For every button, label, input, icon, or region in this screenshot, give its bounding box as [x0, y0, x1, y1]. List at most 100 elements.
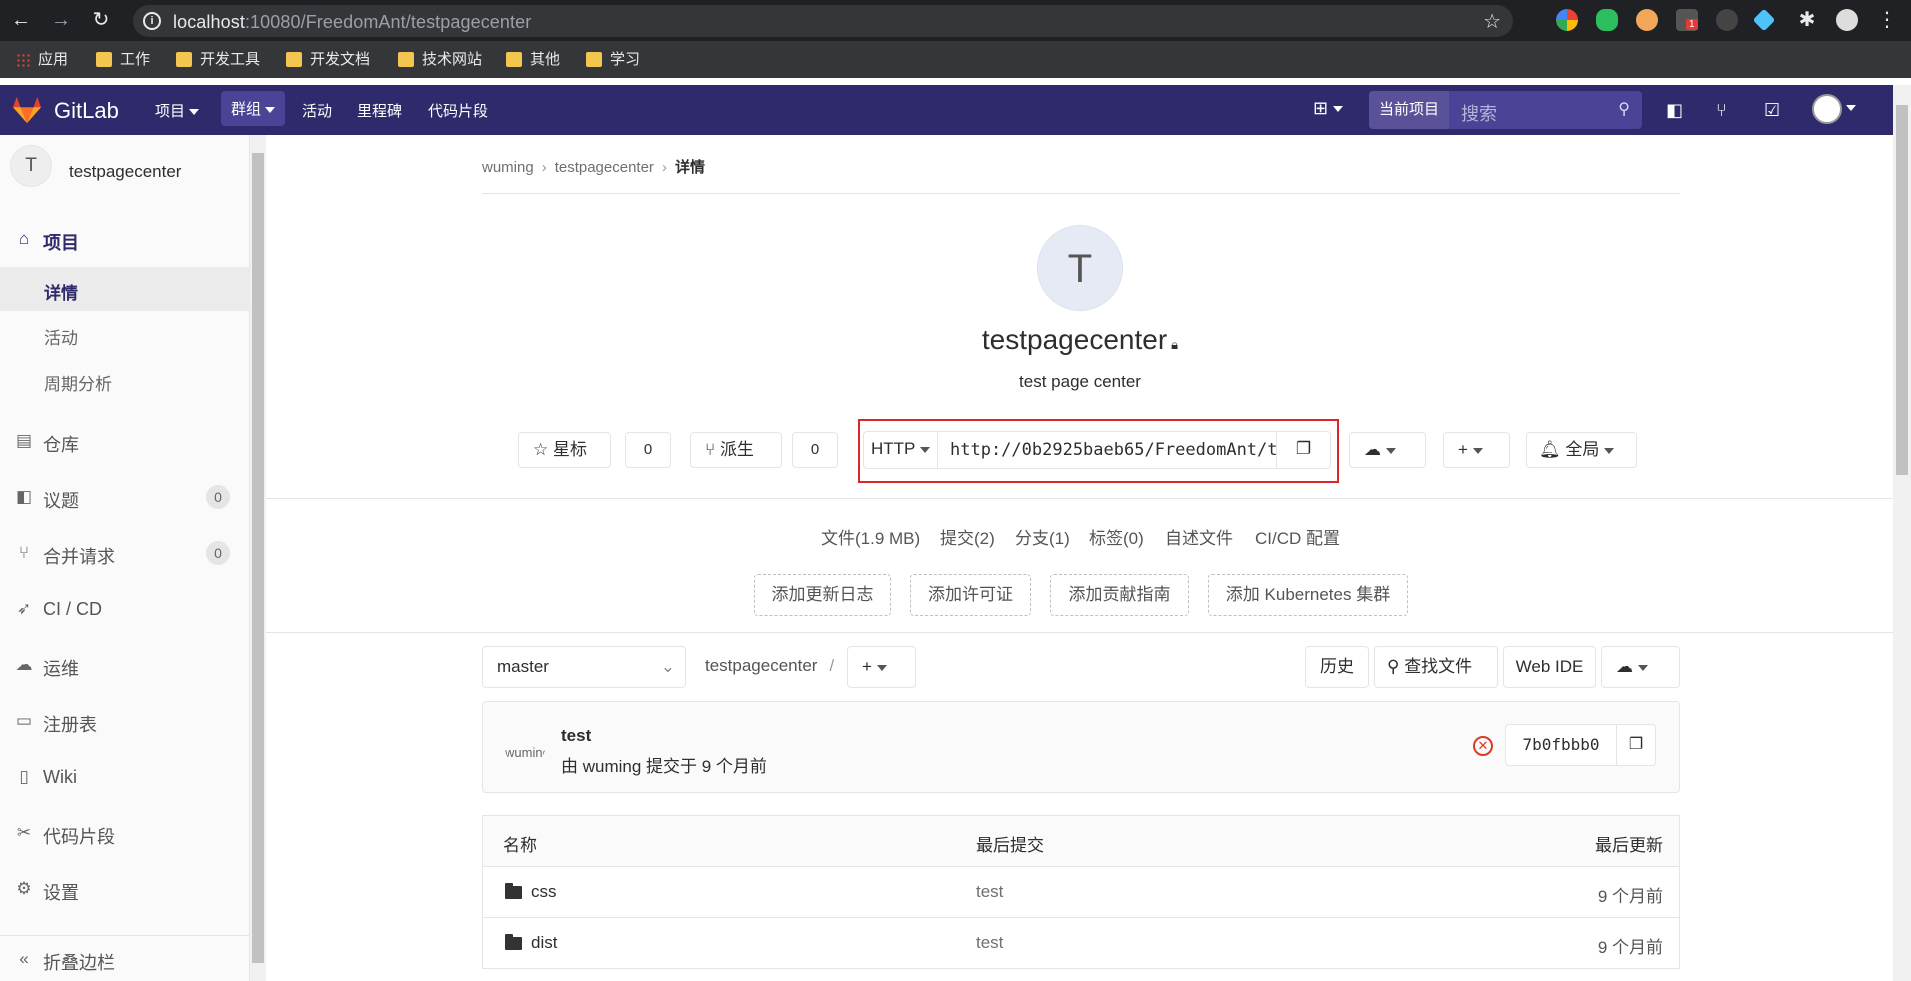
- add-button[interactable]: +: [1443, 432, 1510, 468]
- gitlab-logo-icon[interactable]: [12, 96, 42, 124]
- nav-snippets[interactable]: 代码片段: [428, 100, 488, 121]
- nav-groups[interactable]: 群组: [221, 91, 286, 126]
- sidebar-item-operations[interactable]: ☁ 运维: [0, 642, 250, 688]
- sidebar-item-cicd[interactable]: ➶ CI / CD: [0, 586, 250, 632]
- add-to-tree-button[interactable]: +: [847, 646, 916, 688]
- sidebar-project-header[interactable]: T testpagecenter: [0, 135, 250, 195]
- stat-readme[interactable]: 自述文件: [1165, 524, 1233, 549]
- breadcrumb-project[interactable]: testpagecenter: [555, 159, 654, 176]
- bookmark-dev-tools[interactable]: 开发工具: [176, 50, 260, 70]
- star-button[interactable]: ☆ 星标: [518, 432, 611, 468]
- bookmark-study[interactable]: 学习: [586, 50, 640, 70]
- sidebar-sub-details[interactable]: 详情: [0, 267, 250, 311]
- user-menu-chevron-icon[interactable]: [1846, 97, 1856, 118]
- breadcrumb-current[interactable]: 详情: [675, 159, 705, 176]
- file-name[interactable]: css: [531, 882, 557, 902]
- bookmark-other[interactable]: 其他: [506, 50, 560, 70]
- commit-message[interactable]: test: [976, 882, 1003, 902]
- nav-activity[interactable]: 活动: [302, 100, 332, 121]
- branch-select[interactable]: master ⌄: [482, 646, 686, 688]
- sidebar-item-wiki[interactable]: ▯ Wiki: [0, 754, 250, 800]
- profile-avatar-icon[interactable]: [1836, 9, 1858, 31]
- notification-button[interactable]: 🔔︎ 全局: [1526, 432, 1637, 468]
- browser-menu-icon[interactable]: ⋮: [1876, 9, 1898, 31]
- divider: [266, 632, 1893, 633]
- stat-cicd-config[interactable]: CI/CD 配置: [1255, 524, 1340, 549]
- nav-milestones[interactable]: 里程碑: [357, 100, 402, 121]
- sidebar-item-snippets[interactable]: ✂ 代码片段: [0, 810, 250, 856]
- copy-url-button[interactable]: ❐: [1276, 431, 1331, 469]
- sidebar-item-repository[interactable]: ▤ 仓库: [0, 418, 250, 464]
- gitlab-brand[interactable]: GitLab: [54, 98, 119, 124]
- add-contributing-button[interactable]: 添加贡献指南: [1050, 574, 1189, 616]
- sidebar-scrollbar[interactable]: [250, 135, 266, 981]
- back-icon[interactable]: ←: [10, 9, 32, 31]
- history-button[interactable]: 历史: [1305, 646, 1369, 688]
- add-kubernetes-button[interactable]: 添加 Kubernetes 集群: [1208, 574, 1408, 616]
- evernote-extension-icon[interactable]: [1596, 9, 1618, 31]
- address-bar[interactable]: i localhost:10080/FreedomAnt/testpagecen…: [133, 5, 1513, 37]
- table-row[interactable]: css test 9 个月前: [482, 867, 1680, 918]
- user-avatar[interactable]: [1812, 94, 1842, 124]
- file-name[interactable]: dist: [531, 933, 557, 953]
- path-root[interactable]: testpagecenter: [705, 656, 817, 675]
- commit-sha[interactable]: 7b0fbbb0: [1505, 724, 1617, 766]
- commit-message[interactable]: test: [976, 933, 1003, 953]
- page-scrollbar[interactable]: [1893, 85, 1911, 981]
- search-box[interactable]: 当前项目 搜索 ⚲: [1369, 91, 1642, 129]
- new-plus-icon[interactable]: ⊞: [1313, 98, 1344, 119]
- stat-tags[interactable]: 标签(0): [1089, 524, 1144, 549]
- bookmark-dev-docs[interactable]: 开发文档: [286, 50, 370, 70]
- extensions-puzzle-icon[interactable]: ✱: [1796, 9, 1818, 31]
- search-scope[interactable]: 当前项目: [1369, 91, 1449, 129]
- bookmark-apps[interactable]: 应用: [14, 50, 68, 70]
- sidebar-item-settings[interactable]: ⚙ 设置: [0, 866, 250, 912]
- sidebar-item-project[interactable]: ⌂ 项目: [0, 216, 250, 262]
- stat-files[interactable]: 文件(1.9 MB): [821, 524, 920, 549]
- sidebar-scrollbar-thumb[interactable]: [252, 153, 264, 963]
- sidebar-item-merge-requests[interactable]: ⑂ 合并请求 0: [0, 530, 250, 576]
- issues-icon[interactable]: ◧: [1666, 100, 1683, 121]
- merge-requests-icon[interactable]: ⑂: [1716, 100, 1727, 121]
- todos-icon[interactable]: ☑: [1764, 100, 1780, 121]
- stat-commits[interactable]: 提交(2): [940, 524, 995, 549]
- fork-count[interactable]: 0: [792, 432, 838, 468]
- recycle-extension-icon[interactable]: [1716, 9, 1738, 31]
- sidebar-sub-cycle-analytics[interactable]: 周期分析: [0, 358, 250, 402]
- clone-url-input[interactable]: http://0b2925baeb65/FreedomAnt/testpagec…: [937, 431, 1277, 469]
- find-file-button[interactable]: ⚲ 查找文件: [1374, 646, 1498, 688]
- download-button[interactable]: ☁: [1349, 432, 1426, 468]
- sidebar-collapse[interactable]: « 折叠边栏: [0, 935, 250, 981]
- add-changelog-button[interactable]: 添加更新日志: [754, 574, 891, 616]
- table-row[interactable]: dist test 9 个月前: [482, 918, 1680, 969]
- forward-icon[interactable]: →: [50, 9, 72, 31]
- bookmark-work[interactable]: 工作: [96, 50, 150, 70]
- tabs-extension-icon[interactable]: 1: [1676, 9, 1698, 31]
- bookmark-tech-sites[interactable]: 技术网站: [398, 50, 482, 70]
- pipeline-failed-icon[interactable]: ✕: [1473, 736, 1493, 756]
- protocol-dropdown[interactable]: HTTP: [863, 431, 938, 469]
- reload-icon[interactable]: ↻: [90, 9, 112, 31]
- chrome-extension-icon[interactable]: [1556, 9, 1578, 31]
- sidebar-sub-activity[interactable]: 活动: [0, 312, 250, 356]
- web-ide-button[interactable]: Web IDE: [1503, 646, 1596, 688]
- breadcrumb-namespace[interactable]: wuming: [482, 159, 534, 176]
- commit-title[interactable]: test: [561, 726, 591, 746]
- copy-sha-button[interactable]: ❐: [1616, 724, 1656, 766]
- sidebar-item-issues[interactable]: ◧ 议题 0: [0, 474, 250, 520]
- bookmark-star-icon[interactable]: ☆: [1483, 9, 1501, 34]
- nav-label: 项目: [155, 103, 186, 120]
- avatar-extension-icon[interactable]: [1636, 9, 1658, 31]
- commit-author-avatar[interactable]: wuming: [505, 727, 545, 767]
- info-icon[interactable]: i: [143, 12, 161, 30]
- search-input[interactable]: 搜索: [1461, 100, 1497, 126]
- nav-projects[interactable]: 项目: [155, 100, 200, 121]
- fork-button[interactable]: ⑂ 派生: [690, 432, 782, 468]
- download-archive-button[interactable]: ☁: [1601, 646, 1680, 688]
- stat-branches[interactable]: 分支(1): [1015, 524, 1070, 549]
- page-scrollbar-thumb[interactable]: [1896, 105, 1908, 475]
- add-license-button[interactable]: 添加许可证: [910, 574, 1031, 616]
- sidebar-item-registry[interactable]: ▭ 注册表: [0, 698, 250, 744]
- star-count[interactable]: 0: [625, 432, 671, 468]
- gem-extension-icon[interactable]: [1752, 8, 1776, 32]
